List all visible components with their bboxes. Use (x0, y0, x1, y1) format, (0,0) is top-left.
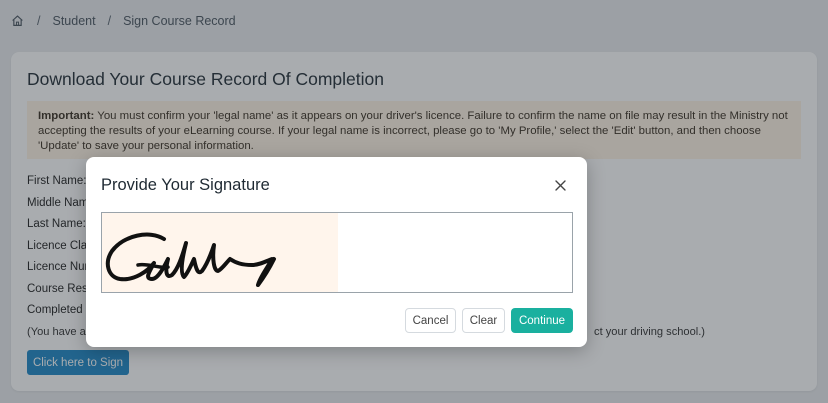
signature-area (102, 213, 338, 292)
continue-button[interactable]: Continue (511, 308, 573, 333)
clear-button[interactable]: Clear (462, 308, 505, 333)
signature-canvas[interactable] (101, 212, 573, 293)
signature-modal: Provide Your Signature Cancel Clear Cont… (86, 157, 587, 347)
cancel-button[interactable]: Cancel (405, 308, 456, 333)
modal-title: Provide Your Signature (101, 176, 270, 194)
signature-stroke (105, 232, 276, 287)
close-icon[interactable] (553, 178, 567, 192)
